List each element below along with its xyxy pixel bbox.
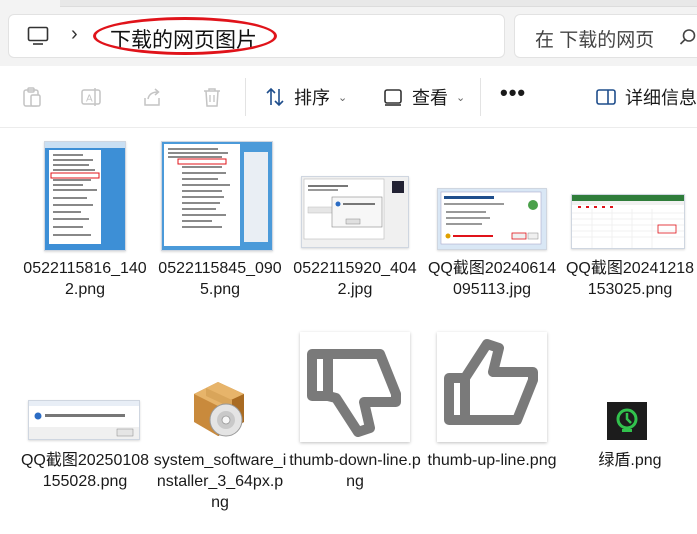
chevron-down-icon: ⌄ bbox=[456, 91, 466, 104]
svg-text:A: A bbox=[86, 94, 93, 105]
screenshot-thumbnail bbox=[28, 400, 140, 440]
screenshot-thumbnail bbox=[571, 194, 685, 249]
toolbar-divider bbox=[245, 78, 246, 116]
file-item[interactable]: 0522115920_4042.jpg bbox=[288, 128, 422, 298]
command-bar: A 排序 ⌄ 查看 ⌄ ••• 详细信息 bbox=[0, 66, 697, 128]
breadcrumb[interactable]: › 下载的网页图片 bbox=[8, 14, 505, 58]
file-name: 绿盾.png bbox=[598, 452, 662, 469]
file-name: system_software_installer_3_64px.png bbox=[153, 452, 287, 511]
file-item[interactable]: 0522115816_1402.png bbox=[18, 128, 152, 298]
screenshot-thumbnail bbox=[437, 188, 547, 250]
file-name: QQ截图20250108155028.png bbox=[20, 452, 150, 490]
view-label: 查看 bbox=[412, 88, 448, 108]
red-annotation-ellipse bbox=[93, 17, 277, 55]
file-item[interactable]: 绿盾.png bbox=[563, 320, 697, 510]
file-grid: 0522115816_1402.png 0522115845_0905.png bbox=[0, 128, 697, 534]
address-bar-area: › 下载的网页图片 在 下载的网页 bbox=[0, 0, 697, 66]
file-name: QQ截图20241218153025.png bbox=[565, 260, 695, 298]
file-item[interactable]: 0522115845_0905.png bbox=[153, 128, 287, 298]
rename-icon[interactable]: A bbox=[80, 86, 102, 108]
share-icon[interactable] bbox=[141, 86, 163, 108]
file-name: QQ截图20240614095113.jpg bbox=[427, 260, 557, 298]
sort-icon bbox=[266, 87, 284, 107]
thumb-down-icon bbox=[300, 332, 410, 442]
file-name: thumb-up-line.png bbox=[427, 452, 557, 469]
search-icon bbox=[679, 29, 696, 45]
details-pane-icon bbox=[596, 89, 616, 105]
search-input[interactable]: 在 下载的网页 bbox=[514, 14, 697, 58]
file-name: 0522115816_1402.png bbox=[23, 260, 147, 298]
file-name: thumb-down-line.png bbox=[289, 452, 421, 490]
search-placeholder: 在 下载的网页 bbox=[535, 30, 655, 51]
toolbar-divider bbox=[480, 78, 481, 116]
paste-icon[interactable] bbox=[21, 86, 43, 108]
computer-icon[interactable] bbox=[27, 26, 49, 46]
details-button[interactable]: 详细信息 bbox=[595, 82, 697, 112]
file-item[interactable]: system_software_installer_3_64px.png bbox=[153, 320, 287, 511]
delete-icon[interactable] bbox=[201, 86, 223, 108]
installer-box-icon bbox=[186, 376, 252, 442]
file-item[interactable]: thumb-down-line.png bbox=[288, 320, 422, 510]
view-icon bbox=[384, 89, 402, 106]
more-options-icon[interactable]: ••• bbox=[500, 80, 526, 106]
chevron-right-icon[interactable]: › bbox=[71, 23, 78, 46]
file-item[interactable]: QQ截图20240614095113.jpg bbox=[425, 128, 559, 318]
file-item[interactable]: QQ截图20241218153025.png bbox=[563, 128, 697, 318]
thumb-up-icon bbox=[437, 332, 547, 442]
green-shield-icon bbox=[607, 402, 647, 440]
file-name: 0522115845_0905.png bbox=[158, 260, 282, 298]
tab-strip-edge bbox=[60, 0, 697, 7]
view-button[interactable]: 查看 ⌄ bbox=[382, 82, 465, 112]
details-label: 详细信息 bbox=[625, 88, 697, 108]
chevron-down-icon: ⌄ bbox=[338, 91, 348, 104]
sort-label: 排序 bbox=[294, 88, 330, 108]
screenshot-thumbnail bbox=[301, 176, 409, 248]
screenshot-thumbnail bbox=[44, 141, 126, 251]
file-item[interactable]: QQ截图20250108155028.png bbox=[18, 320, 152, 510]
file-item[interactable]: thumb-up-line.png bbox=[425, 320, 559, 510]
file-name: 0522115920_4042.jpg bbox=[293, 260, 417, 298]
screenshot-thumbnail bbox=[161, 141, 273, 251]
sort-button[interactable]: 排序 ⌄ bbox=[264, 82, 347, 112]
